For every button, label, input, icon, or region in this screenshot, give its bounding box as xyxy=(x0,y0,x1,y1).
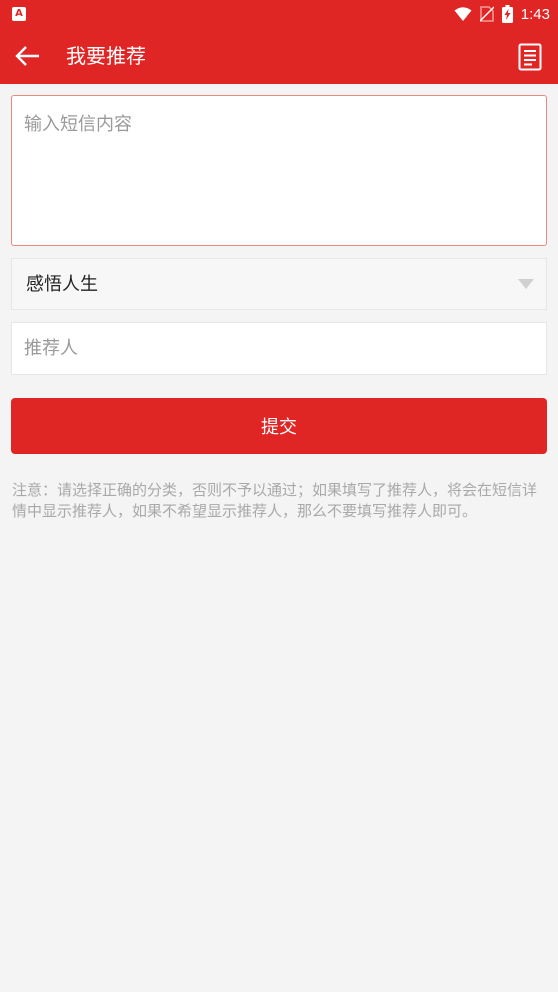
wifi-icon xyxy=(454,7,472,21)
status-right-group: 1:43 xyxy=(454,0,550,28)
notice-text: 注意：请选择正确的分类，否则不予以通过；如果填写了推荐人，将会在短信详情中显示推… xyxy=(12,481,538,520)
status-time: 1:43 xyxy=(520,5,550,23)
no-sim-icon xyxy=(479,6,494,22)
category-selected-value: 感悟人生 xyxy=(26,274,98,295)
status-bar: A 1:43 xyxy=(0,0,558,28)
back-arrow-icon[interactable] xyxy=(14,42,42,70)
android-app-icon: A xyxy=(12,7,26,21)
page-title: 我要推荐 xyxy=(66,44,146,68)
category-select[interactable]: 感悟人生 xyxy=(11,258,547,310)
submit-button[interactable]: 提交 xyxy=(11,398,547,454)
dropdown-arrow-icon xyxy=(518,279,534,289)
document-icon[interactable] xyxy=(518,43,542,71)
recommender-input[interactable] xyxy=(11,322,547,375)
sms-content-input[interactable] xyxy=(11,95,547,246)
toolbar: 我要推荐 xyxy=(0,28,558,84)
battery-charging-icon xyxy=(501,5,513,23)
